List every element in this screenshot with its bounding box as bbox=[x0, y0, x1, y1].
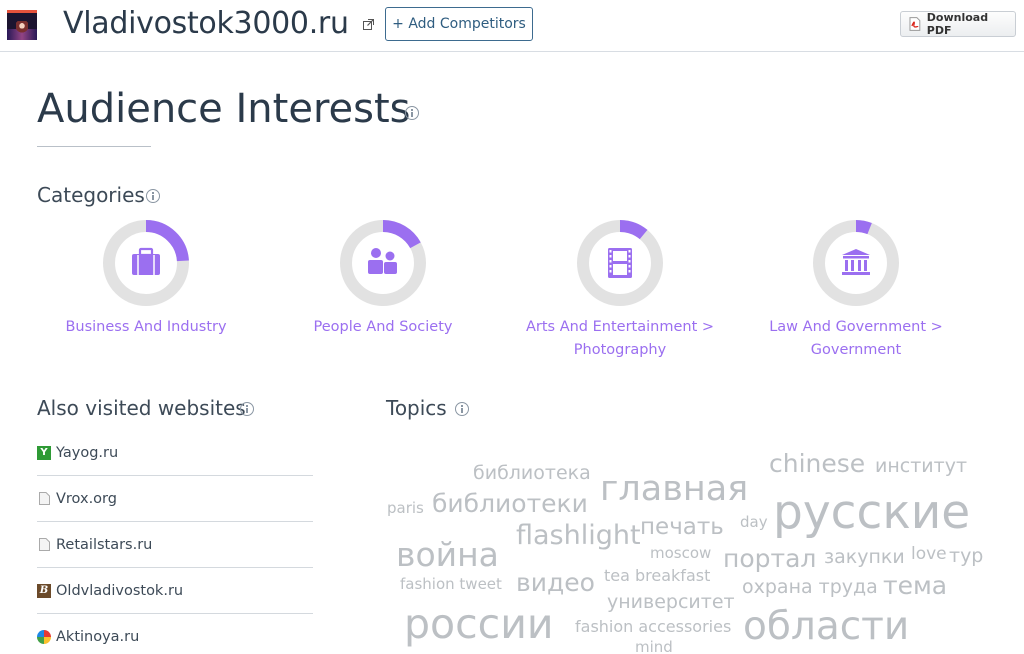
topic-word[interactable]: университет bbox=[607, 593, 735, 612]
oldvladivostok-favicon-icon: B bbox=[37, 583, 51, 598]
list-item[interactable]: Retailstars.ru bbox=[37, 522, 313, 568]
topic-word[interactable]: tea breakfast bbox=[604, 568, 710, 584]
topic-word[interactable]: тур bbox=[949, 547, 983, 566]
topics-info-icon[interactable] bbox=[455, 402, 469, 416]
site-title: Vladivostok3000.ru bbox=[63, 6, 349, 41]
pdf-icon bbox=[909, 17, 921, 31]
people-icon bbox=[368, 248, 397, 274]
topic-word[interactable]: области bbox=[743, 607, 909, 646]
topic-word[interactable]: видео bbox=[516, 570, 595, 595]
info-icon[interactable] bbox=[405, 106, 419, 120]
site-name[interactable]: Retailstars.ru bbox=[56, 537, 152, 553]
topic-word[interactable]: chinese bbox=[769, 451, 865, 476]
topics-word-cloud: библиотека chinese институт paris библио… bbox=[386, 440, 1024, 654]
topic-word[interactable]: fashion tweet bbox=[400, 577, 502, 592]
page-title: Audience Interests bbox=[37, 86, 411, 132]
add-competitors-button[interactable]: + Add Competitors bbox=[385, 7, 533, 41]
category-label[interactable]: Business And Industry bbox=[46, 316, 246, 339]
topic-word[interactable]: библиотека bbox=[473, 464, 591, 483]
topic-word[interactable]: закупки bbox=[824, 548, 905, 567]
download-pdf-button[interactable]: Download PDF bbox=[900, 11, 1016, 37]
page-icon bbox=[37, 492, 51, 506]
topic-word[interactable]: тема bbox=[883, 573, 947, 598]
topic-word[interactable]: институт bbox=[875, 457, 967, 476]
topic-word[interactable]: русские bbox=[773, 489, 970, 536]
list-item[interactable]: B Oldvladivostok.ru bbox=[37, 568, 313, 614]
topic-word[interactable]: главная bbox=[600, 472, 748, 507]
briefcase-icon bbox=[132, 247, 160, 275]
download-pdf-label: Download PDF bbox=[926, 11, 989, 37]
external-link-icon[interactable] bbox=[363, 19, 374, 30]
topic-word[interactable]: day bbox=[740, 515, 768, 530]
categories-title: Categories bbox=[37, 183, 145, 207]
topic-word[interactable]: печать bbox=[640, 516, 724, 539]
category-donut bbox=[101, 218, 191, 308]
yayog-favicon-icon: Y bbox=[37, 445, 51, 460]
category-business-and-industry[interactable]: Business And Industry bbox=[46, 218, 246, 339]
list-item[interactable]: Y Yayog.ru bbox=[37, 430, 313, 476]
list-item[interactable]: Vrox.org bbox=[37, 476, 313, 522]
also-visited-list: Y Yayog.ru Vrox.org Retailstars.ru B Old… bbox=[37, 430, 313, 654]
aktinoya-favicon-icon bbox=[37, 630, 51, 644]
government-building-icon bbox=[842, 249, 870, 275]
category-people-and-society[interactable]: People And Society bbox=[283, 218, 483, 339]
also-visited-title: Also visited websites bbox=[37, 396, 246, 420]
site-name[interactable]: Vrox.org bbox=[56, 491, 117, 507]
topic-word[interactable]: paris bbox=[387, 501, 424, 516]
site-name[interactable]: Oldvladivostok.ru bbox=[56, 583, 183, 599]
topics-title: Topics bbox=[386, 396, 447, 420]
topic-word[interactable]: moscow bbox=[650, 546, 711, 561]
topic-word[interactable]: fashion accessories bbox=[575, 619, 731, 635]
category-arts-photography[interactable]: Arts And Entertainment > Photography bbox=[520, 218, 720, 362]
film-icon bbox=[608, 248, 632, 278]
topic-word[interactable]: война bbox=[396, 538, 499, 571]
category-donut bbox=[338, 218, 428, 308]
categories-info-icon[interactable] bbox=[146, 189, 160, 203]
list-item[interactable]: Aktinoya.ru bbox=[37, 614, 313, 654]
site-favicon-icon bbox=[7, 10, 37, 40]
site-name[interactable]: Aktinoya.ru bbox=[56, 629, 139, 645]
category-label[interactable]: Arts And Entertainment > Photography bbox=[520, 316, 720, 362]
heading-divider bbox=[37, 146, 151, 147]
topic-word[interactable]: охрана труда bbox=[742, 578, 878, 597]
also-visited-info-icon[interactable] bbox=[240, 402, 254, 416]
category-law-government[interactable]: Law And Government > Government bbox=[756, 218, 956, 362]
category-donut bbox=[811, 218, 901, 308]
top-header: Vladivostok3000.ru + Add Competitors Dow… bbox=[0, 0, 1024, 52]
category-label[interactable]: Law And Government > Government bbox=[756, 316, 956, 362]
topic-word[interactable]: love bbox=[911, 546, 947, 563]
page-icon bbox=[37, 538, 51, 552]
topic-word[interactable]: библиотеки bbox=[432, 491, 588, 516]
topic-word[interactable]: россии bbox=[404, 604, 554, 645]
site-name[interactable]: Yayog.ru bbox=[56, 445, 118, 461]
topic-word[interactable]: mind bbox=[635, 640, 673, 654]
category-donut bbox=[575, 218, 665, 308]
topic-word[interactable]: портал bbox=[723, 546, 816, 571]
topic-word[interactable]: flashlight bbox=[516, 522, 641, 549]
category-label[interactable]: People And Society bbox=[283, 316, 483, 339]
